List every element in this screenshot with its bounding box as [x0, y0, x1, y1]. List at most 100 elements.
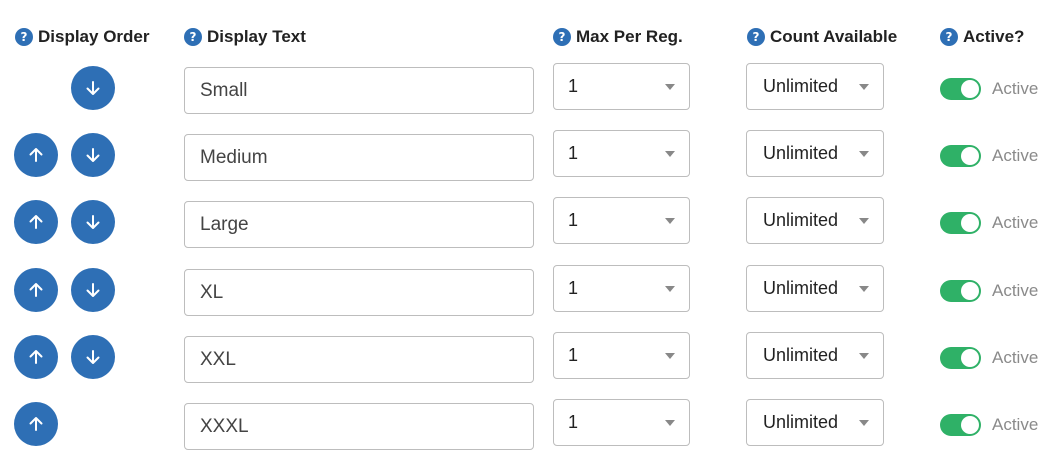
move-up-button[interactable] [14, 335, 58, 379]
active-toggle[interactable] [940, 414, 981, 436]
toggle-knob [961, 80, 979, 98]
arrow-down-icon [83, 280, 103, 300]
caret-down-icon [859, 218, 869, 224]
display-text-input[interactable] [184, 201, 534, 248]
arrow-up-icon [26, 280, 46, 300]
caret-down-icon [665, 151, 675, 157]
table-row: 1 Unlimited Active [0, 62, 1062, 114]
header-active: ? Active? [940, 26, 1024, 48]
select-value: Unlimited [763, 210, 839, 230]
toggle-knob [961, 214, 979, 232]
select-value: Unlimited [763, 76, 839, 96]
active-toggle[interactable] [940, 212, 981, 234]
active-label: Active [992, 415, 1039, 434]
header-label: Count Available [770, 27, 898, 46]
active-label: Active [992, 348, 1039, 367]
header-label: Max Per Reg. [576, 27, 683, 46]
caret-down-icon [859, 286, 869, 292]
select-value: Unlimited [763, 345, 839, 365]
table-row: 1 Unlimited Active [0, 331, 1062, 383]
arrow-down-icon [83, 78, 103, 98]
caret-down-icon [665, 286, 675, 292]
arrow-down-icon [83, 145, 103, 165]
select-value: 1 [568, 278, 579, 298]
count-available-select[interactable]: Unlimited [746, 197, 884, 244]
help-icon[interactable]: ? [184, 28, 202, 46]
select-value: Unlimited [763, 412, 839, 432]
select-value: Unlimited [763, 278, 839, 298]
options-table: ? Display Order ? Display Text ? Max Per… [0, 0, 1062, 471]
active-label: Active [992, 281, 1039, 300]
count-available-select[interactable]: Unlimited [746, 399, 884, 446]
max-per-reg-select[interactable]: 1 [553, 63, 690, 110]
display-text-input[interactable] [184, 134, 534, 181]
display-text-input[interactable] [184, 67, 534, 114]
active-toggle[interactable] [940, 347, 981, 369]
move-down-button[interactable] [71, 200, 115, 244]
select-value: 1 [568, 210, 579, 230]
caret-down-icon [859, 353, 869, 359]
max-per-reg-select[interactable]: 1 [553, 265, 690, 312]
active-toggle[interactable] [940, 78, 981, 100]
move-up-button[interactable] [14, 200, 58, 244]
move-down-button[interactable] [71, 335, 115, 379]
select-value: 1 [568, 412, 579, 432]
active-label: Active [992, 79, 1039, 98]
select-value: Unlimited [763, 143, 839, 163]
toggle-knob [961, 349, 979, 367]
help-icon[interactable]: ? [747, 28, 765, 46]
help-icon[interactable]: ? [940, 28, 958, 46]
caret-down-icon [859, 151, 869, 157]
caret-down-icon [859, 420, 869, 426]
max-per-reg-select[interactable]: 1 [553, 399, 690, 446]
arrow-up-icon [26, 347, 46, 367]
header-count-available: ? Count Available [747, 26, 897, 48]
max-per-reg-select[interactable]: 1 [553, 130, 690, 177]
move-up-button[interactable] [14, 402, 58, 446]
header-label: Active? [963, 27, 1025, 46]
select-value: 1 [568, 76, 579, 96]
count-available-select[interactable]: Unlimited [746, 130, 884, 177]
select-value: 1 [568, 345, 579, 365]
count-available-select[interactable]: Unlimited [746, 332, 884, 379]
header-label: Display Text [207, 27, 306, 46]
table-row: 1 Unlimited Active [0, 264, 1062, 316]
display-text-input[interactable] [184, 336, 534, 383]
arrow-up-icon [26, 145, 46, 165]
caret-down-icon [665, 218, 675, 224]
active-toggle[interactable] [940, 145, 981, 167]
max-per-reg-select[interactable]: 1 [553, 332, 690, 379]
header-max-per-reg: ? Max Per Reg. [553, 26, 683, 48]
toggle-knob [961, 282, 979, 300]
header-display-text: ? Display Text [184, 26, 306, 48]
help-icon[interactable]: ? [553, 28, 571, 46]
arrow-up-icon [26, 414, 46, 434]
move-up-button[interactable] [14, 268, 58, 312]
table-row: 1 Unlimited Active [0, 196, 1062, 248]
caret-down-icon [665, 84, 675, 90]
arrow-up-icon [26, 212, 46, 232]
caret-down-icon [665, 353, 675, 359]
display-text-input[interactable] [184, 269, 534, 316]
move-up-button[interactable] [14, 133, 58, 177]
table-row: 1 Unlimited Active [0, 129, 1062, 181]
display-text-input[interactable] [184, 403, 534, 450]
move-down-button[interactable] [71, 268, 115, 312]
max-per-reg-select[interactable]: 1 [553, 197, 690, 244]
header-display-order: ? Display Order [15, 26, 150, 48]
active-label: Active [992, 146, 1039, 165]
caret-down-icon [859, 84, 869, 90]
select-value: 1 [568, 143, 579, 163]
arrow-down-icon [83, 347, 103, 367]
active-toggle[interactable] [940, 280, 981, 302]
move-down-button[interactable] [71, 133, 115, 177]
arrow-down-icon [83, 212, 103, 232]
active-label: Active [992, 213, 1039, 232]
header-label: Display Order [38, 27, 150, 46]
help-icon[interactable]: ? [15, 28, 33, 46]
caret-down-icon [665, 420, 675, 426]
count-available-select[interactable]: Unlimited [746, 63, 884, 110]
count-available-select[interactable]: Unlimited [746, 265, 884, 312]
move-down-button[interactable] [71, 66, 115, 110]
toggle-knob [961, 147, 979, 165]
